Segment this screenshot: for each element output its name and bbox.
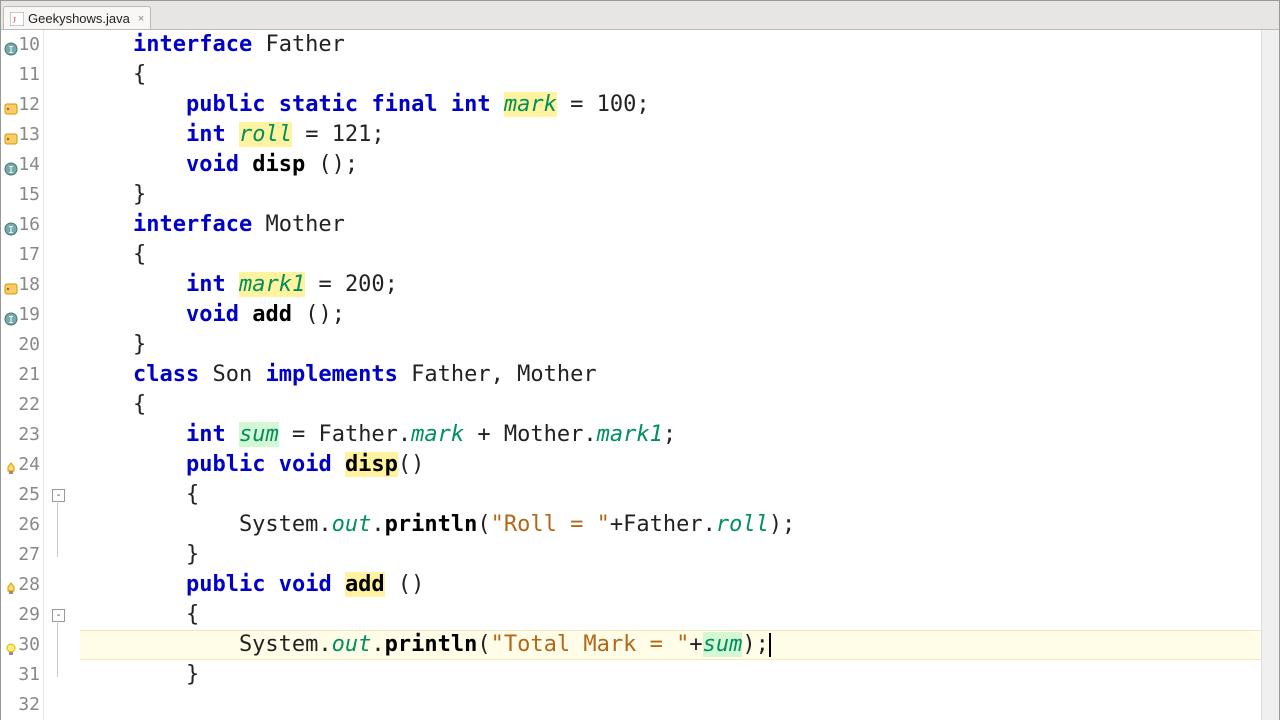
file-tab[interactable]: J Geekyshows.java × (3, 6, 151, 29)
code-line[interactable]: int mark1 = 200; (80, 270, 1261, 300)
svg-text:I: I (8, 225, 14, 236)
text-cursor (769, 633, 771, 657)
code-line[interactable]: int roll = 121; (80, 120, 1261, 150)
line-number: 20 (1, 330, 40, 360)
code-line[interactable]: } (80, 180, 1261, 210)
code-line[interactable]: public void add () (80, 570, 1261, 600)
warning-marker-icon[interactable] (3, 277, 19, 293)
fold-gutter: -- (44, 30, 76, 720)
interface-marker-icon[interactable]: I (3, 157, 19, 173)
line-number: 27 (1, 540, 40, 570)
line-number: 12 (1, 90, 40, 120)
svg-text:J: J (13, 14, 17, 24)
line-number-gutter: 10I11121314I1516I171819I2021222324252627… (1, 30, 44, 720)
code-line[interactable]: interface Mother (80, 210, 1261, 240)
code-line[interactable]: { (80, 600, 1261, 630)
line-number: 21 (1, 360, 40, 390)
line-number: 10I (1, 30, 40, 60)
code-line[interactable]: { (80, 60, 1261, 90)
line-number: 18 (1, 270, 40, 300)
line-number: 30 (1, 630, 40, 660)
line-number: 31 (1, 660, 40, 690)
line-number: 26 (1, 510, 40, 540)
line-number: 11 (1, 60, 40, 90)
hint-marker-icon[interactable] (3, 577, 19, 593)
code-line[interactable]: class Son implements Father, Mother (80, 360, 1261, 390)
code-line[interactable]: { (80, 240, 1261, 270)
svg-text:I: I (8, 165, 14, 176)
line-number: 22 (1, 390, 40, 420)
fold-toggle[interactable]: - (52, 609, 65, 622)
svg-text:I: I (8, 45, 14, 56)
interface-marker-icon[interactable]: I (3, 217, 19, 233)
line-number: 13 (1, 120, 40, 150)
code-line[interactable]: void disp (); (80, 150, 1261, 180)
code-line[interactable]: interface Father (80, 30, 1261, 60)
code-line[interactable]: { (80, 390, 1261, 420)
code-line[interactable]: public void disp() (80, 450, 1261, 480)
line-number: 16I (1, 210, 40, 240)
code-line[interactable]: } (80, 540, 1261, 570)
code-line[interactable]: { (80, 480, 1261, 510)
interface-marker-icon[interactable]: I (3, 307, 19, 323)
code-line[interactable]: int sum = Father.mark + Mother.mark1; (80, 420, 1261, 450)
line-number: 32 (1, 690, 40, 720)
line-number: 29 (1, 600, 40, 630)
tab-close-icon[interactable]: × (138, 13, 144, 25)
code-line[interactable]: } (80, 660, 1261, 690)
bulb-marker-icon[interactable] (3, 637, 19, 653)
line-number: 14I (1, 150, 40, 180)
code-line[interactable]: public static final int mark = 100; (80, 90, 1261, 120)
line-number: 19I (1, 300, 40, 330)
tab-bar: J Geekyshows.java × (1, 1, 1279, 30)
interface-marker-icon[interactable]: I (3, 37, 19, 53)
editor-area: 10I11121314I1516I171819I2021222324252627… (1, 30, 1279, 720)
line-number: 25 (1, 480, 40, 510)
code-area[interactable]: interface Father { public static final i… (76, 30, 1261, 720)
java-file-icon: J (10, 12, 24, 26)
fold-toggle[interactable]: - (52, 489, 65, 502)
warning-marker-icon[interactable] (3, 127, 19, 143)
tab-filename: Geekyshows.java (28, 11, 130, 26)
svg-text:I: I (8, 315, 14, 326)
code-line[interactable]: System.out.println("Roll = "+Father.roll… (80, 510, 1261, 540)
code-line[interactable]: void add (); (80, 300, 1261, 330)
line-number: 17 (1, 240, 40, 270)
editor-window: J Geekyshows.java × 10I11121314I1516I171… (0, 0, 1280, 720)
code-line[interactable]: System.out.println("Total Mark = "+sum); (80, 630, 1261, 660)
line-number: 23 (1, 420, 40, 450)
hint-marker-icon[interactable] (3, 457, 19, 473)
line-number: 24 (1, 450, 40, 480)
code-line[interactable]: } (80, 330, 1261, 360)
warning-marker-icon[interactable] (3, 97, 19, 113)
code-line[interactable] (80, 690, 1261, 720)
line-number: 28 (1, 570, 40, 600)
line-number: 15 (1, 180, 40, 210)
vertical-scrollbar[interactable] (1261, 30, 1279, 720)
